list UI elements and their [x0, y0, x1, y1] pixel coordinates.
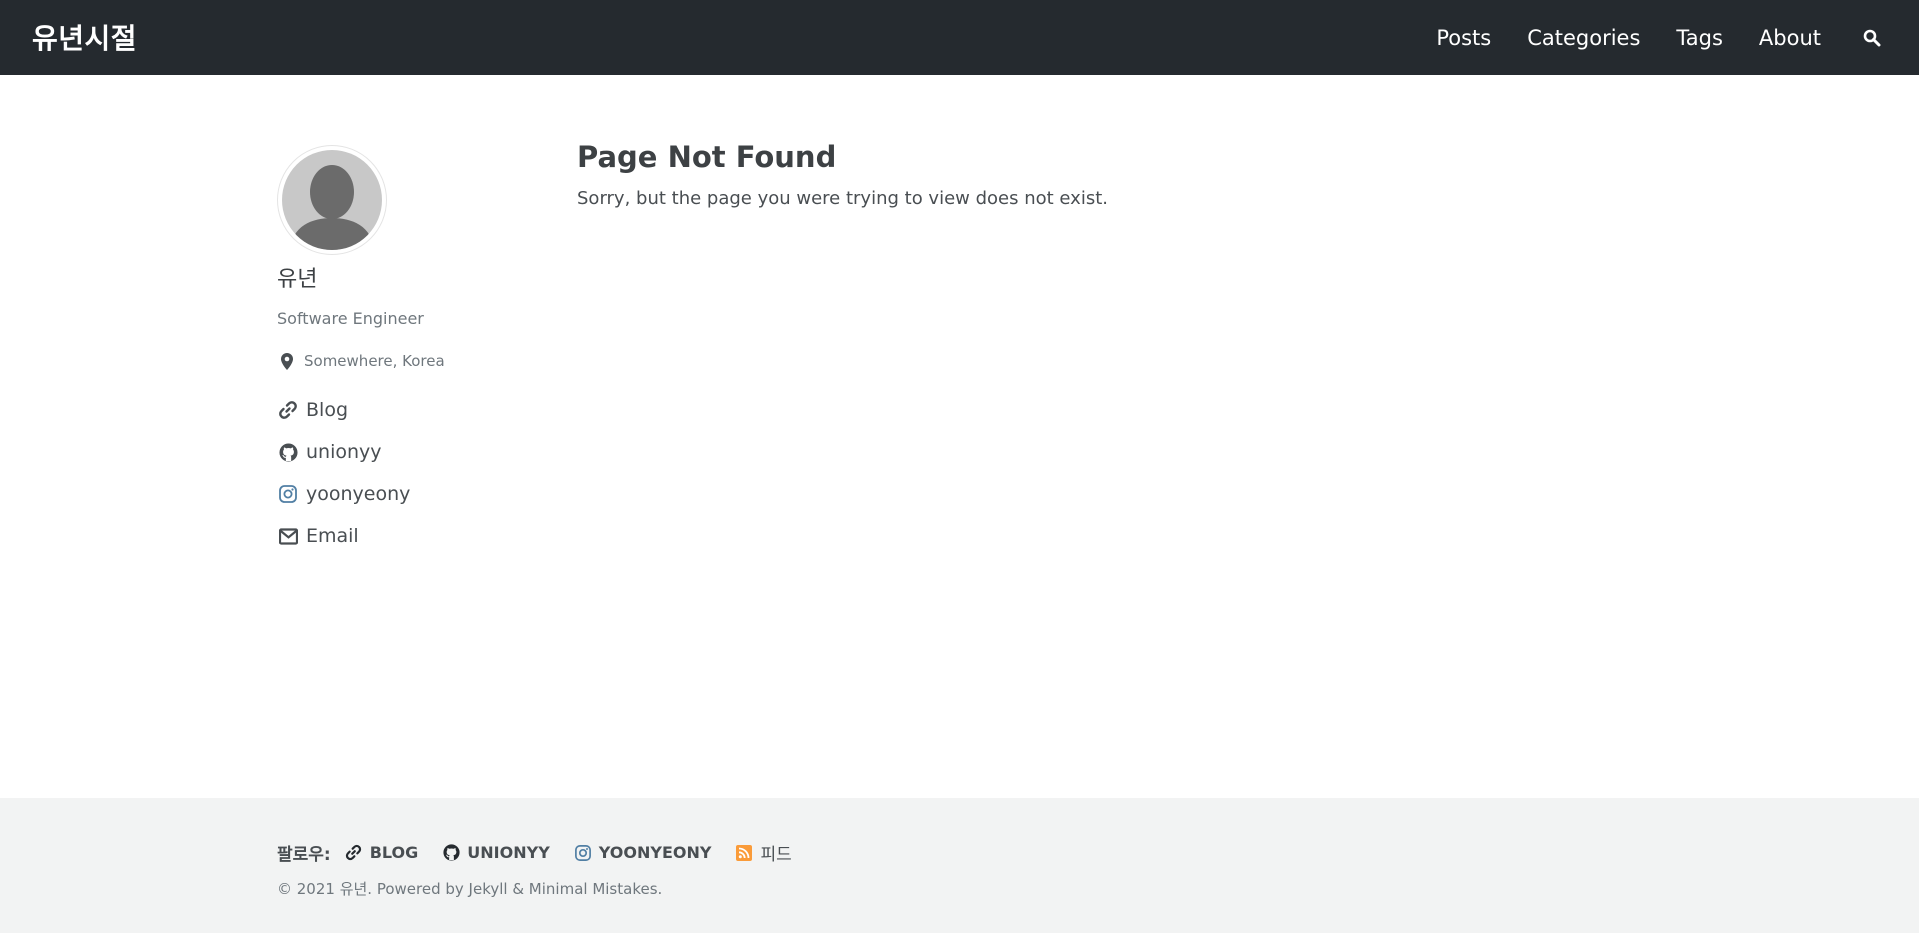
author-bio: Software Engineer	[277, 309, 424, 328]
footer-link-github-label: UNIONYY	[467, 843, 550, 862]
author-link-github[interactable]: unionyy	[277, 431, 410, 473]
link-icon	[277, 399, 299, 421]
footer-follow: 팔로우: BLOG UNIONYY YOONYEONY 피드	[277, 840, 816, 865]
envelope-icon	[277, 525, 299, 547]
author-name: 유년	[277, 267, 318, 292]
author-profile: 유년 Software Engineer Somewhere, Korea Bl…	[277, 145, 527, 547]
footer-link-instagram[interactable]: YOONYEONY	[574, 843, 712, 862]
footer-link-blog[interactable]: BLOG	[345, 843, 419, 862]
author-links: Blog unionyy yoonyeony Email	[277, 389, 410, 557]
footer-link-blog-label: BLOG	[369, 843, 419, 862]
map-marker-icon	[277, 352, 297, 370]
author-location: Somewhere, Korea	[277, 352, 445, 370]
author-link-instagram[interactable]: yoonyeony	[277, 473, 410, 515]
author-link-email[interactable]: Email	[277, 515, 410, 557]
nav-categories[interactable]: Categories	[1527, 26, 1640, 50]
avatar-frame	[277, 145, 387, 255]
author-link-email-label: Email	[306, 525, 359, 547]
author-location-text: Somewhere, Korea	[304, 352, 445, 370]
main-content: Page Not Found Sorry, but the page you w…	[577, 140, 1108, 209]
footer-link-instagram-label: YOONYEONY	[598, 843, 712, 862]
copyright: © 2021 유년. Powered by Jekyll & Minimal M…	[277, 880, 663, 898]
link-icon	[345, 844, 363, 862]
follow-label: 팔로우:	[277, 845, 331, 865]
author-link-blog[interactable]: Blog	[277, 389, 410, 431]
avatar-silhouette-icon	[282, 150, 382, 250]
search-button[interactable]	[1861, 27, 1883, 49]
avatar	[282, 150, 382, 250]
github-icon	[277, 441, 299, 463]
main-nav: Posts Categories Tags About	[1436, 0, 1919, 75]
author-link-github-label: unionyy	[306, 441, 382, 463]
site-title[interactable]: 유년시절	[32, 17, 137, 57]
nav-about[interactable]: About	[1759, 26, 1821, 50]
not-found-message: Sorry, but the page you were trying to v…	[577, 188, 1108, 209]
github-icon	[442, 844, 460, 862]
footer-link-feed[interactable]: 피드	[735, 840, 792, 865]
footer-link-github[interactable]: UNIONYY	[442, 843, 550, 862]
page-title: Page Not Found	[577, 140, 837, 174]
author-link-instagram-label: yoonyeony	[306, 483, 411, 505]
rss-icon	[735, 844, 753, 862]
instagram-icon	[277, 483, 299, 505]
instagram-icon	[574, 844, 592, 862]
author-link-blog-label: Blog	[306, 399, 348, 421]
nav-tags[interactable]: Tags	[1676, 26, 1723, 50]
footer-link-feed-label: 피드	[760, 845, 792, 865]
nav-posts[interactable]: Posts	[1436, 26, 1491, 50]
page-footer: 팔로우: BLOG UNIONYY YOONYEONY 피드 © 2021 유년…	[0, 798, 1919, 933]
search-icon	[1863, 29, 1881, 46]
masthead: 유년시절 Posts Categories Tags About	[0, 0, 1919, 75]
